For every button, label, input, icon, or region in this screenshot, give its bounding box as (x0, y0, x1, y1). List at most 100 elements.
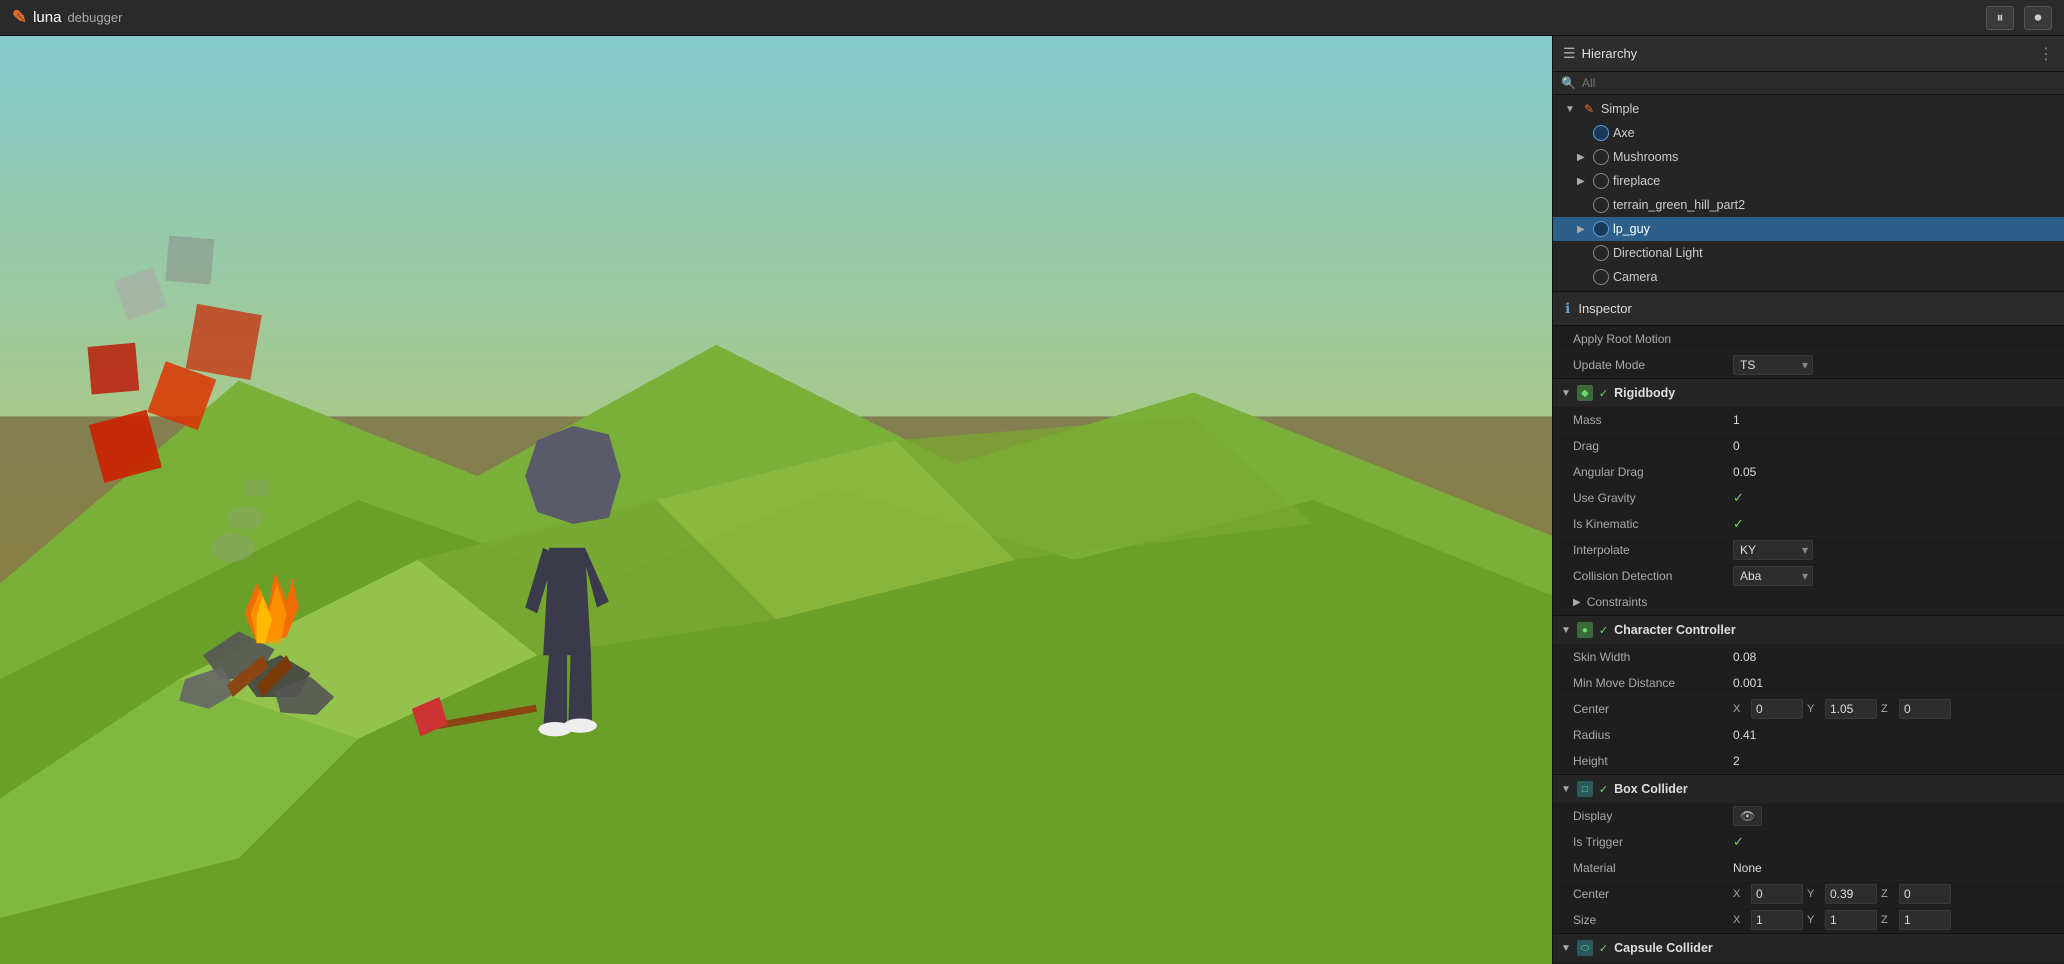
tree-label-lpguy: lp_guy (1613, 222, 1650, 236)
mass-val: 1 (1733, 413, 1740, 427)
cc-icon: ● (1577, 622, 1593, 638)
update-mode-label: Update Mode (1573, 358, 1733, 372)
tree-item-camera[interactable]: Camera (1553, 265, 2064, 289)
collision-detection-value[interactable]: Aba (1733, 566, 2054, 586)
search-input[interactable] (1582, 76, 2056, 90)
cc-height-value: 2 (1733, 754, 2054, 768)
tree-item-fireplace[interactable]: ▶ fireplace (1553, 169, 2064, 193)
right-panel: ☰ Hierarchy ⋮ 🔍 ▼ ✎ Simple Axe (1552, 36, 2064, 964)
min-move-distance-row: Min Move Distance 0.001 (1553, 670, 2064, 696)
cap-check: ✓ (1599, 942, 1608, 955)
bc-display-value[interactable]: 👁 (1733, 806, 2054, 826)
constraints-row[interactable]: ▶ Constraints (1553, 589, 2064, 615)
interpolate-dropdown[interactable]: KY (1733, 540, 1813, 560)
tree-label-camera: Camera (1613, 270, 1657, 284)
tree-label-simple: Simple (1601, 102, 1639, 116)
interpolate-label: Interpolate (1573, 543, 1733, 557)
skin-width-val: 0.08 (1733, 650, 1756, 664)
rigidbody-name: Rigidbody (1614, 386, 1675, 400)
tree-item-dirlight[interactable]: Directional Light (1553, 241, 2064, 265)
bc-name: Box Collider (1614, 782, 1688, 796)
bc-center-x[interactable] (1751, 884, 1803, 904)
inspector-header: ℹ Inspector (1553, 292, 2064, 326)
bc-arrow: ▼ (1561, 784, 1571, 795)
bc-display-row: Display 👁 (1553, 803, 2064, 829)
tree-label-mushrooms: Mushrooms (1613, 150, 1678, 164)
node-icon-lpguy (1593, 221, 1609, 237)
node-icon-terrain (1593, 197, 1609, 213)
pause-button[interactable]: ⏸ (1986, 6, 2014, 30)
update-mode-dropdown[interactable]: TS (1733, 355, 1813, 375)
node-icon-mushrooms (1593, 149, 1609, 165)
constraints-label: Constraints (1587, 595, 1648, 609)
bc-size-z[interactable] (1899, 910, 1951, 930)
arrow-icon: ▼ (1565, 104, 1577, 115)
cc-radius-label: Radius (1573, 728, 1733, 742)
drag-label: Drag (1573, 439, 1733, 453)
angular-drag-val: 0.05 (1733, 465, 1756, 479)
skin-width-label: Skin Width (1573, 650, 1733, 664)
tree-label-dirlight: Directional Light (1613, 246, 1703, 260)
capsule-collider-header[interactable]: ▼ ⬭ ✓ Capsule Collider (1553, 934, 2064, 962)
record-button[interactable]: ⏺ (2024, 6, 2052, 30)
bc-icon: □ (1577, 781, 1593, 797)
tree-item-terrain[interactable]: terrain_green_hill_part2 (1553, 193, 2064, 217)
cc-check: ✓ (1599, 624, 1608, 637)
cc-arrow: ▼ (1561, 625, 1571, 636)
drag-row: Drag 0 (1553, 433, 2064, 459)
arrow-icon: ▶ (1577, 176, 1589, 187)
hierarchy-options-icon[interactable]: ⋮ (2038, 44, 2054, 64)
angular-drag-row: Angular Drag 0.05 (1553, 459, 2064, 485)
character-controller-header[interactable]: ▼ ● ✓ Character Controller (1553, 616, 2064, 644)
apply-root-motion-label: Apply Root Motion (1573, 332, 1733, 346)
x-label: X (1733, 914, 1747, 926)
tree-item-axe[interactable]: Axe (1553, 121, 2064, 145)
x-label: X (1733, 703, 1747, 715)
tree-item-mushrooms[interactable]: ▶ Mushrooms (1553, 145, 2064, 169)
mass-label: Mass (1573, 413, 1733, 427)
cap-icon: ⬭ (1577, 940, 1593, 956)
min-move-distance-value: 0.001 (1733, 676, 2054, 690)
cc-center-x[interactable] (1751, 699, 1803, 719)
bc-size-label: Size (1573, 913, 1733, 927)
collision-detection-row: Collision Detection Aba (1553, 563, 2064, 589)
viewport[interactable] (0, 36, 1552, 964)
constraints-arrow: ▶ (1573, 597, 1581, 608)
cc-center-y[interactable] (1825, 699, 1877, 719)
is-kinematic-label: Is Kinematic (1573, 517, 1733, 531)
bc-trigger-value: ✓ (1733, 834, 2054, 850)
collision-detection-dropdown[interactable]: Aba (1733, 566, 1813, 586)
search-icon: 🔍 (1561, 76, 1576, 90)
rigidbody-section: ▼ ◆ ✓ Rigidbody Mass 1 Drag 0 (1553, 379, 2064, 616)
node-icon-dirlight (1593, 245, 1609, 261)
cc-center-z[interactable] (1899, 699, 1951, 719)
y-label: Y (1807, 703, 1821, 715)
bc-trigger-label: Is Trigger (1573, 835, 1733, 849)
update-mode-value[interactable]: TS (1733, 355, 2054, 375)
arrow-icon: ▶ (1577, 224, 1589, 235)
cc-height-label: Height (1573, 754, 1733, 768)
interpolate-value[interactable]: KY (1733, 540, 2054, 560)
bc-center-y[interactable] (1825, 884, 1877, 904)
capsule-collider-section: ▼ ⬭ ✓ Capsule Collider Display 👁 Is Trig… (1553, 934, 2064, 964)
inspector-title: Inspector (1578, 301, 1631, 316)
z-label: Z (1881, 703, 1895, 715)
bc-display-eye[interactable]: 👁 (1733, 806, 1762, 826)
tree-item-simple[interactable]: ▼ ✎ Simple (1553, 97, 2064, 121)
hierarchy-search-bar: 🔍 (1553, 72, 2064, 95)
bc-center-value: X Y Z (1733, 884, 2054, 904)
update-mode-row: Update Mode TS (1553, 352, 2064, 378)
box-collider-header[interactable]: ▼ □ ✓ Box Collider (1553, 775, 2064, 803)
rigidbody-header[interactable]: ▼ ◆ ✓ Rigidbody (1553, 379, 2064, 407)
bc-size-x[interactable] (1751, 910, 1803, 930)
top-props-section: Apply Root Motion Update Mode TS (1553, 326, 2064, 379)
angular-drag-label: Angular Drag (1573, 465, 1733, 479)
box-collider-section: ▼ □ ✓ Box Collider Display 👁 Is Trigger … (1553, 775, 2064, 934)
tree-item-lpguy[interactable]: ▶ lp_guy (1553, 217, 2064, 241)
cc-center-value: X Y Z (1733, 699, 2054, 719)
bc-center-z[interactable] (1899, 884, 1951, 904)
node-icon-camera (1593, 269, 1609, 285)
z-label: Z (1881, 914, 1895, 926)
collision-detection-label: Collision Detection (1573, 569, 1733, 583)
bc-size-y[interactable] (1825, 910, 1877, 930)
